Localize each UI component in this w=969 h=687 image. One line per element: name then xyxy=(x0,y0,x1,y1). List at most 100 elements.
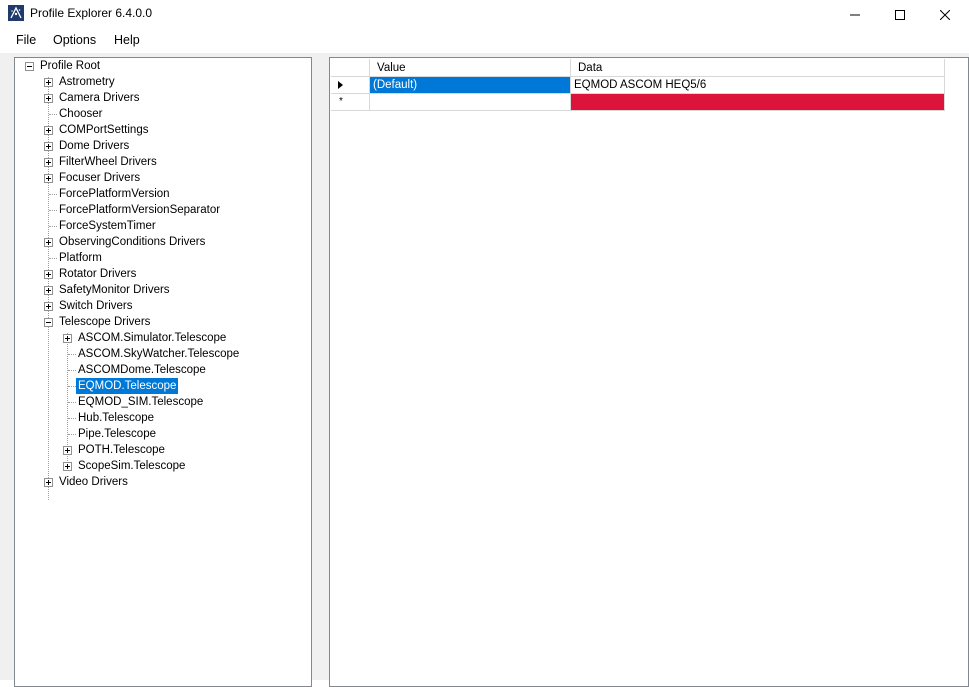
tree-connector xyxy=(68,370,76,371)
maximize-icon xyxy=(895,9,905,20)
tree-node-forceplatformversionseparator[interactable]: ForcePlatformVersionSeparator xyxy=(15,202,311,218)
current-row-arrow-icon xyxy=(338,81,343,89)
tree-node-hub-telescope[interactable]: Hub.Telescope xyxy=(15,410,311,426)
row-header-new[interactable]: * xyxy=(331,94,370,111)
expand-icon[interactable] xyxy=(44,238,53,247)
tree-node-label: COMPortSettings xyxy=(59,124,149,136)
tree-node-camera-drivers[interactable]: Camera Drivers xyxy=(15,90,311,106)
tree-node-astrometry[interactable]: Astrometry xyxy=(15,74,311,90)
tree-connector xyxy=(68,386,76,387)
menu-bar: File Options Help xyxy=(0,29,969,53)
grid-corner-header xyxy=(331,59,370,77)
tree-node-platform[interactable]: Platform xyxy=(15,250,311,266)
collapse-icon[interactable] xyxy=(44,318,53,327)
tree-node-label: Hub.Telescope xyxy=(78,412,155,424)
tree-node-label: ScopeSim.Telescope xyxy=(78,460,186,472)
tree-node-label: Profile Root xyxy=(40,60,101,72)
values-grid[interactable] xyxy=(329,57,969,687)
tree-connector xyxy=(49,114,57,115)
expand-icon[interactable] xyxy=(44,302,53,311)
tree-node-label: FilterWheel Drivers xyxy=(59,156,157,168)
ascom-app-icon xyxy=(8,5,24,21)
tree-node-label: Astrometry xyxy=(59,76,115,88)
tree-node-eqmod-sim-telescope[interactable]: EQMOD_SIM.Telescope xyxy=(15,394,311,410)
expand-icon[interactable] xyxy=(63,446,72,455)
menu-file[interactable]: File xyxy=(16,33,36,47)
expand-icon[interactable] xyxy=(44,158,53,167)
tree-node-eqmod-telescope[interactable]: EQMOD.Telescope xyxy=(15,378,311,394)
menu-options[interactable]: Options xyxy=(53,33,96,47)
close-button[interactable] xyxy=(922,0,968,29)
tree-connector xyxy=(68,434,76,435)
tree-node-chooser[interactable]: Chooser xyxy=(15,106,311,122)
expand-icon[interactable] xyxy=(63,334,72,343)
column-header-value[interactable]: Value xyxy=(370,59,571,77)
expand-icon[interactable] xyxy=(44,270,53,279)
tree-node-safetymonitor-drivers[interactable]: SafetyMonitor Drivers xyxy=(15,282,311,298)
window-title: Profile Explorer 6.4.0.0 xyxy=(30,6,153,20)
cell-value[interactable]: (Default) xyxy=(370,77,571,94)
tree-node-switch-drivers[interactable]: Switch Drivers xyxy=(15,298,311,314)
tree-node-label: Telescope Drivers xyxy=(59,316,151,328)
new-row-cell-data[interactable] xyxy=(571,94,945,111)
tree-node-label: ASCOM.SkyWatcher.Telescope xyxy=(78,348,240,360)
tree-connector xyxy=(68,418,76,419)
tree-node-dome-drivers[interactable]: Dome Drivers xyxy=(15,138,311,154)
expand-icon[interactable] xyxy=(44,142,53,151)
tree-node-label: Dome Drivers xyxy=(59,140,130,152)
expand-icon[interactable] xyxy=(44,286,53,295)
new-row-cell-value[interactable] xyxy=(370,94,571,111)
tree-node-ascom-skywatcher-telescope[interactable]: ASCOM.SkyWatcher.Telescope xyxy=(15,346,311,362)
tree-node-label: SafetyMonitor Drivers xyxy=(59,284,170,296)
close-icon xyxy=(940,9,950,20)
tree-node-label: ForceSystemTimer xyxy=(59,220,156,232)
new-row-marker: * xyxy=(339,96,343,107)
tree-connector xyxy=(49,258,57,259)
tree-node-filterwheel-drivers[interactable]: FilterWheel Drivers xyxy=(15,154,311,170)
column-header-data[interactable]: Data xyxy=(571,59,945,77)
tree-node-video-drivers[interactable]: Video Drivers xyxy=(15,474,311,490)
tree-node-ascom-simulator-telescope[interactable]: ASCOM.Simulator.Telescope xyxy=(15,330,311,346)
tree-node-profile-root[interactable]: Profile Root xyxy=(15,58,311,74)
tree-node-focuser-drivers[interactable]: Focuser Drivers xyxy=(15,170,311,186)
menu-help[interactable]: Help xyxy=(114,33,140,47)
tree-node-label: Video Drivers xyxy=(59,476,128,488)
row-header-current[interactable] xyxy=(331,77,370,94)
tree-node-poth-telescope[interactable]: POTH.Telescope xyxy=(15,442,311,458)
tree-node-label: Camera Drivers xyxy=(59,92,140,104)
tree-node-label-selected: EQMOD.Telescope xyxy=(76,378,179,394)
tree-node-forcesystemtimer[interactable]: ForceSystemTimer xyxy=(15,218,311,234)
tree-node-label: ForcePlatformVersion xyxy=(59,188,170,200)
tree-connector xyxy=(68,354,76,355)
tree-connector xyxy=(49,194,57,195)
tree-node-ascomdome-telescope[interactable]: ASCOMDome.Telescope xyxy=(15,362,311,378)
tree-node-label: Pipe.Telescope xyxy=(78,428,156,440)
tree-connector xyxy=(49,210,57,211)
expand-icon[interactable] xyxy=(44,174,53,183)
tree-node-label: Chooser xyxy=(59,108,103,120)
tree-node-rotator-drivers[interactable]: Rotator Drivers xyxy=(15,266,311,282)
profile-tree[interactable]: Profile Root Astrometry Camera Drivers C… xyxy=(14,57,312,687)
tree-node-forceplatformversion[interactable]: ForcePlatformVersion xyxy=(15,186,311,202)
tree-node-observingconditions-drivers[interactable]: ObservingConditions Drivers xyxy=(15,234,311,250)
tree-node-pipe-telescope[interactable]: Pipe.Telescope xyxy=(15,426,311,442)
tree-node-telescope-drivers[interactable]: Telescope Drivers xyxy=(15,314,311,330)
tree-connector xyxy=(68,402,76,403)
tree-node-label: Platform xyxy=(59,252,102,264)
expand-icon[interactable] xyxy=(44,94,53,103)
expand-icon[interactable] xyxy=(44,78,53,87)
cell-data[interactable]: EQMOD ASCOM HEQ5/6 xyxy=(571,77,945,94)
expand-icon[interactable] xyxy=(44,126,53,135)
tree-node-scopesim-telescope[interactable]: ScopeSim.Telescope xyxy=(15,458,311,474)
tree-connector xyxy=(49,226,57,227)
tree-node-comportsettings[interactable]: COMPortSettings xyxy=(15,122,311,138)
collapse-icon[interactable] xyxy=(25,62,34,71)
expand-icon[interactable] xyxy=(44,478,53,487)
tree-node-label: ASCOMDome.Telescope xyxy=(78,364,206,376)
tree-node-label: Rotator Drivers xyxy=(59,268,137,280)
title-bar: Profile Explorer 6.4.0.0 xyxy=(0,0,969,29)
maximize-button[interactable] xyxy=(877,0,923,29)
minimize-button[interactable] xyxy=(832,0,878,29)
expand-icon[interactable] xyxy=(63,462,72,471)
tree-node-label: ASCOM.Simulator.Telescope xyxy=(78,332,227,344)
